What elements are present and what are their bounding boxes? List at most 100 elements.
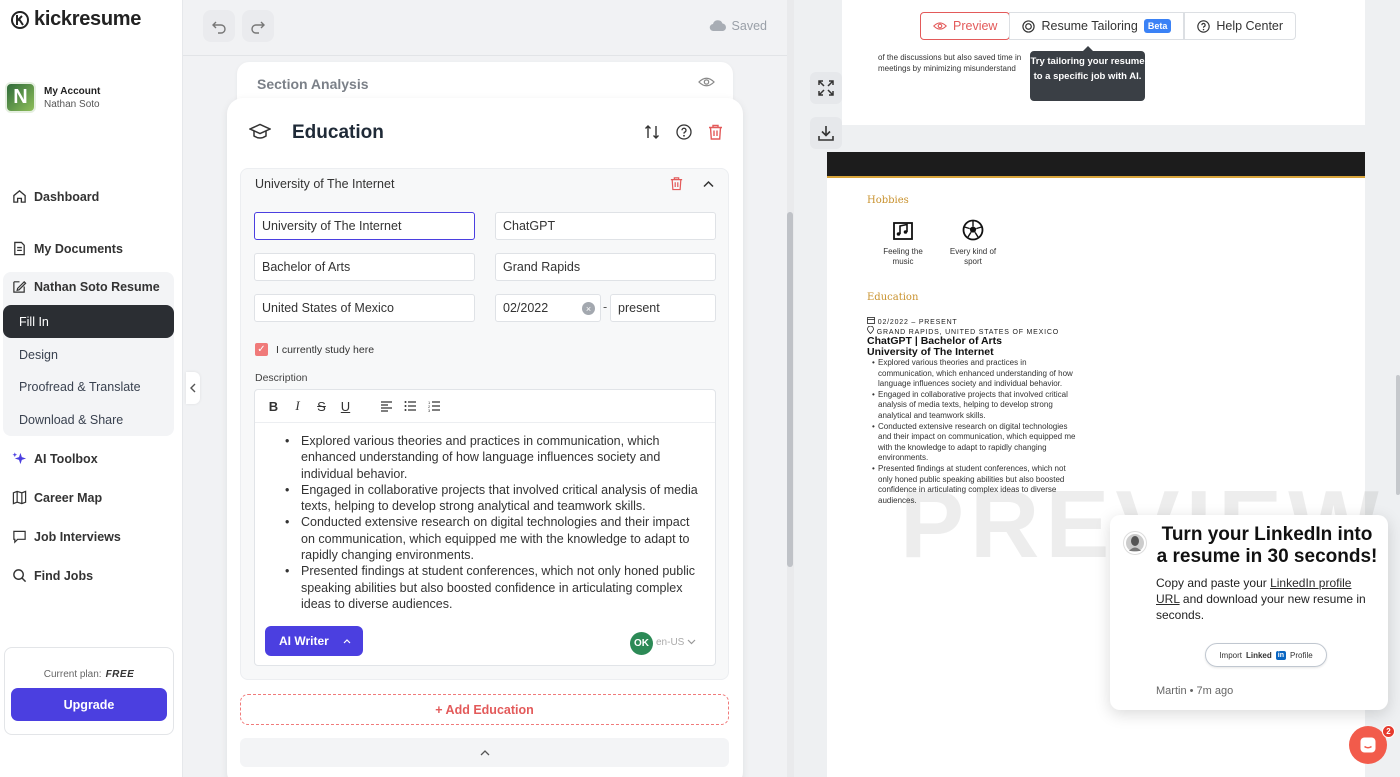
sidebar: kickresume N My Account Nathan Soto Dash… xyxy=(0,0,183,777)
nav-my-documents[interactable]: My Documents xyxy=(12,241,123,256)
formatting-toolbar: B I S U 123 xyxy=(255,390,715,423)
nav-job-interviews-label: Job Interviews xyxy=(34,529,121,544)
ai-writer-label: AI Writer xyxy=(279,634,329,648)
download-button[interactable] xyxy=(810,117,842,149)
profile-label: Profile xyxy=(1290,650,1313,660)
country-input[interactable]: United States of Mexico xyxy=(254,294,475,322)
plan-text: Current plan: FREE xyxy=(5,669,173,680)
agent-avatar xyxy=(1124,532,1146,554)
education-card: Education University of The Internet Uni… xyxy=(227,98,743,777)
underline-button[interactable]: U xyxy=(339,399,352,414)
numbered-list-icon[interactable]: 123 xyxy=(428,400,441,412)
start-date-value: 02/2022 xyxy=(503,301,549,315)
chat-bubble-icon xyxy=(13,530,26,544)
logo-text: kickresume xyxy=(34,8,142,30)
popup-meta: Martin • 7m ago xyxy=(1156,685,1234,697)
nav-resume-label: Nathan Soto Resume xyxy=(34,279,160,294)
description-bullet: Presented findings at student conference… xyxy=(285,563,703,612)
tab-resume-tailoring-label: Resume Tailoring xyxy=(1041,19,1138,33)
trash-icon[interactable] xyxy=(670,176,683,191)
hobby-item: Feeling the music xyxy=(875,219,931,267)
subnav-design[interactable]: Design xyxy=(3,338,174,371)
map-icon xyxy=(12,490,27,505)
nav-job-interviews[interactable]: Job Interviews xyxy=(12,529,121,544)
hobby-label: Every kind of sport xyxy=(949,247,997,266)
import-linkedin-button[interactable]: Import Linked in Profile xyxy=(1205,643,1327,667)
linkedin-word: Linked xyxy=(1245,650,1272,660)
undo-button[interactable] xyxy=(203,10,235,42)
tab-help-center[interactable]: Help Center xyxy=(1184,12,1297,40)
nav-resume[interactable]: Nathan Soto Resume xyxy=(12,279,160,294)
description-bullets[interactable]: Explored various theories and practices … xyxy=(285,433,703,612)
chat-notification-count: 2 xyxy=(1382,725,1395,738)
editor-topbar: Saved xyxy=(183,0,787,56)
fullscreen-button[interactable] xyxy=(810,72,842,104)
page-top-text: of the discussions but also saved time i… xyxy=(878,53,1022,73)
preview-scrollbar[interactable] xyxy=(1396,375,1400,495)
currently-study-checkbox[interactable]: ✓ xyxy=(255,343,268,356)
tab-resume-tailoring[interactable]: Resume Tailoring Beta xyxy=(1009,12,1185,40)
degree-input[interactable]: Bachelor of Arts xyxy=(254,253,475,281)
subnav-proofread-translate[interactable]: Proofread & Translate xyxy=(3,370,174,403)
end-date-input[interactable]: present xyxy=(610,294,716,322)
section-actions xyxy=(644,124,723,140)
nav-find-jobs[interactable]: Find Jobs xyxy=(12,568,93,583)
language-value: en-US xyxy=(656,637,685,648)
subnav-fill-in[interactable]: Fill In xyxy=(3,305,174,338)
location-pin-icon xyxy=(867,325,874,335)
chevron-up-icon[interactable] xyxy=(703,180,714,188)
hobby-label: Feeling the music xyxy=(883,247,923,266)
description-editor[interactable]: B I S U 123 Explored various theories an… xyxy=(254,389,716,666)
school-input[interactable]: University of The Internet xyxy=(254,212,475,240)
start-date-input[interactable]: 02/2022 × xyxy=(495,294,601,322)
city-input[interactable]: Grand Rapids xyxy=(495,253,716,281)
help-icon[interactable] xyxy=(676,124,692,140)
nav-career-map[interactable]: Career Map xyxy=(12,490,102,505)
clear-date-icon[interactable]: × xyxy=(582,302,595,315)
italic-button[interactable]: I xyxy=(291,398,304,414)
resume-bullet: Conducted extensive research on digital … xyxy=(872,422,1080,464)
edit-icon xyxy=(13,280,27,293)
plan-box: Current plan: FREE Upgrade xyxy=(4,647,174,735)
document-icon xyxy=(14,241,25,256)
bold-button[interactable]: B xyxy=(267,399,280,414)
currently-study-label: I currently study here xyxy=(276,343,375,356)
linkedin-in-badge: in xyxy=(1275,650,1286,660)
ai-writer-button[interactable]: AI Writer xyxy=(265,626,363,656)
subnav-download-share[interactable]: Download & Share xyxy=(3,403,174,436)
eye-icon[interactable] xyxy=(698,76,715,88)
collapse-sidebar-button[interactable] xyxy=(186,372,200,404)
strikethrough-button[interactable]: S xyxy=(315,399,328,414)
description-bullet: Conducted extensive research on digital … xyxy=(285,514,703,563)
linkedin-popup-title: Turn your LinkedIn into a resume in 30 s… xyxy=(1156,524,1378,567)
currently-study-row[interactable]: ✓ I currently study here xyxy=(255,343,374,356)
language-select[interactable]: en-US xyxy=(656,637,696,648)
spellcheck-badge[interactable]: OK xyxy=(630,632,653,655)
align-left-icon[interactable] xyxy=(380,400,393,412)
entry-header-title[interactable]: University of The Internet xyxy=(255,177,394,191)
logo[interactable]: kickresume xyxy=(10,8,141,31)
add-education-button[interactable]: + Add Education xyxy=(240,694,729,725)
plan-label: Current plan: xyxy=(43,669,102,680)
home-icon xyxy=(13,190,26,203)
avatar: N xyxy=(5,82,36,113)
chevron-up-icon xyxy=(343,639,351,644)
resume-school-line: University of The Internet xyxy=(867,346,994,358)
nav-dashboard-label: Dashboard xyxy=(34,189,100,204)
nav-dashboard[interactable]: Dashboard xyxy=(12,189,99,204)
editor-scrollbar[interactable] xyxy=(787,212,793,567)
linkedin-import-popup[interactable]: Turn your LinkedIn into a resume in 30 s… xyxy=(1110,515,1388,710)
entry-actions xyxy=(670,176,714,191)
bullet-list-icon[interactable] xyxy=(404,400,417,412)
resume-hobbies-heading: Hobbies xyxy=(867,195,909,206)
collapse-section-button[interactable] xyxy=(240,738,729,767)
upgrade-button[interactable]: Upgrade xyxy=(11,688,167,721)
trash-icon[interactable] xyxy=(708,124,723,140)
institution-input[interactable]: ChatGPT xyxy=(495,212,716,240)
sort-icon[interactable] xyxy=(644,124,660,140)
account-menu[interactable]: N My Account Nathan Soto xyxy=(5,82,100,113)
tab-preview[interactable]: Preview xyxy=(920,12,1011,40)
kickresume-logo-icon xyxy=(11,10,29,29)
nav-ai-toolbox[interactable]: AI Toolbox xyxy=(12,451,98,466)
redo-button[interactable] xyxy=(242,10,274,42)
